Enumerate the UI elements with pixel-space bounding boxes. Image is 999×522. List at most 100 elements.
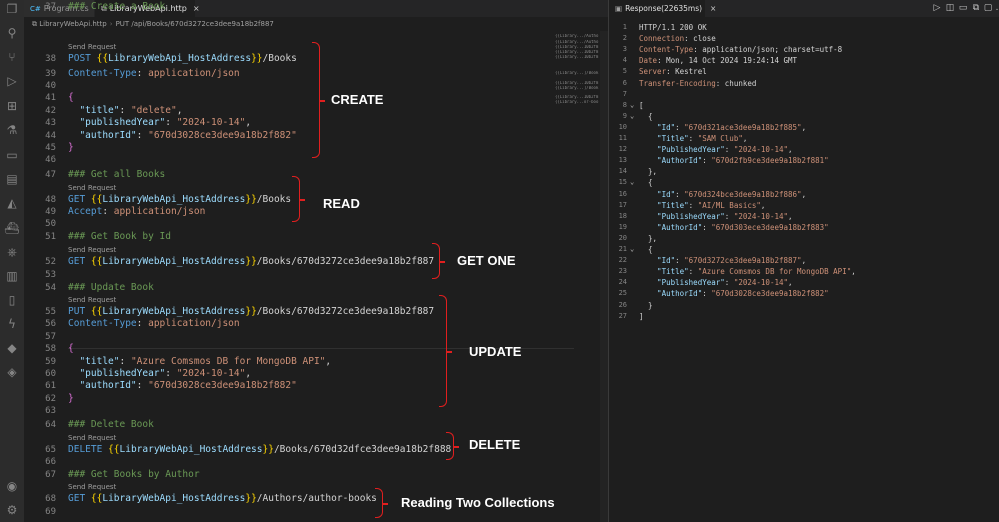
line-number: 17 [618, 200, 627, 209]
response-token: : [688, 134, 698, 143]
line-number: 61 [45, 381, 56, 391]
source-control-icon[interactable]: ⑂ [4, 49, 20, 65]
files-icon[interactable]: ❐ [4, 1, 20, 17]
fold-chevron-icon[interactable]: ⌄ [630, 111, 634, 122]
line-number: 53 [45, 270, 56, 280]
settings-gear-icon[interactable]: ⚙ [4, 502, 20, 518]
response-token: , [760, 200, 766, 210]
code-text: ### Get Book by Id [68, 231, 171, 243]
send-request-codelens[interactable]: Send Request [68, 246, 116, 255]
code-line: 57 [24, 331, 554, 343]
code-token: /Books [262, 53, 297, 64]
docker-icon[interactable]: ⛴ [4, 220, 20, 236]
minimap-line: {{Library.../Autho [555, 34, 599, 38]
code-text: "publishedYear": "2024-10-14", [68, 368, 251, 380]
copy-icon[interactable]: ⧉ [970, 2, 982, 14]
code-token: "title" [68, 105, 120, 116]
database-icon[interactable]: ▥ [4, 268, 20, 284]
response-text: "PublishedYear": "2024-10-14", [639, 211, 792, 222]
breadcrumb-item[interactable]: PUT /api/Books/670d3272ce3dee9a18b2f887 [116, 20, 274, 28]
code-token: /Books [256, 194, 292, 205]
testing-icon[interactable]: ⚗ [4, 122, 20, 138]
run-icon[interactable]: ▷ [931, 2, 943, 14]
line-number: 55 [45, 307, 56, 317]
line-number: 48 [45, 195, 56, 205]
code-line: 51 ### Get Book by Id [24, 231, 554, 243]
code-token: : [165, 117, 177, 128]
response-line: 16 "Id": "670d324bce3dee9a18b2f886", [609, 189, 999, 200]
fold-chevron-icon[interactable]: ⌄ [630, 244, 634, 255]
response-body[interactable]: 1 HTTP/1.1 200 OK 2 Connection: close 3 Conte… [609, 22, 999, 522]
more-actions-icon[interactable]: … [994, 2, 999, 14]
response-token: { [639, 245, 653, 254]
breadcrumb-item[interactable]: LibraryWebApi.http [39, 20, 107, 28]
code-line: 61 "authorId": "670d3028ce3dee9a18b2f882… [24, 380, 554, 392]
line-number: 38 [45, 54, 56, 64]
remote-explorer-icon[interactable]: ▭ [4, 147, 20, 163]
send-request-codelens[interactable]: Send Request [68, 184, 116, 193]
code-token: /Books/670d3272ce3dee9a18b2f887 [256, 256, 435, 267]
code-token: , [176, 105, 183, 116]
tab-label: Response(22635ms) [625, 4, 703, 13]
annotation-delete: DELETE [469, 437, 521, 452]
code-line: 49 Accept: application/json [24, 206, 554, 218]
send-request-codelens[interactable]: Send Request [68, 296, 116, 305]
minimap-line: {{Library...]/Book [555, 86, 599, 90]
response-line: 5 Server: Kestrel [609, 66, 999, 77]
fold-chevron-icon[interactable]: ⌄ [630, 177, 634, 188]
code-text: Content-Type: application/json [68, 68, 240, 80]
kubernetes-icon[interactable]: ⎈ [4, 244, 20, 260]
send-request-codelens[interactable]: Send Request [68, 434, 116, 443]
response-text: "AuthorId": "670d2fb9ce3dee9a18b2f881" [639, 155, 829, 166]
response-token: "Azure Comsmos DB for MongoDB API" [697, 267, 852, 277]
response-text: } [639, 300, 653, 311]
code-line: 41 { [24, 92, 554, 104]
azure-icon[interactable]: ◭ [4, 195, 20, 211]
line-number: 42 [45, 106, 56, 116]
editor-scrollbar[interactable] [600, 31, 608, 522]
account-icon[interactable]: ◉ [4, 478, 20, 494]
split-editor-icon[interactable]: ◫ [944, 2, 956, 14]
code-text: DELETE {{LibraryWebApi_HostAddress}}/Boo… [68, 444, 451, 456]
mongodb-icon[interactable]: ◆ [4, 340, 20, 356]
response-text: "Title": "Azure Comsmos DB for MongoDB A… [639, 266, 856, 277]
folder-icon[interactable]: ▤ [4, 171, 20, 187]
run-debug-icon[interactable]: ▷ [4, 73, 20, 89]
tab-response[interactable]: ▣ Response(22635ms) × [609, 0, 716, 17]
save-icon[interactable]: ▭ [957, 2, 969, 14]
line-number: 58 [45, 344, 56, 354]
search-icon[interactable]: ⚲ [4, 25, 20, 41]
line-number: 11 [618, 134, 627, 142]
response-line: 11 "Title": "SAM Club", [609, 133, 999, 144]
extensions-icon[interactable]: ⊞ [4, 98, 20, 114]
code-token: {{ [90, 194, 103, 205]
response-text: "PublishedYear": "2024-10-14", [639, 144, 792, 155]
response-token: , [801, 122, 807, 132]
line-number: 47 [45, 170, 56, 180]
line-number: 40 [45, 81, 56, 91]
response-line: 15 ⌄ { [609, 177, 999, 188]
open-preview-icon[interactable]: ▢ [982, 2, 994, 14]
line-number: 12 [618, 145, 627, 154]
copilot-icon[interactable]: ◈ [4, 364, 20, 380]
response-token: Server [639, 67, 667, 77]
code-token: ### Update Book [68, 282, 154, 293]
line-number: 23 [618, 267, 627, 276]
minimap[interactable]: {{Library.../Autho {{Library.../Autho {{Li… [555, 31, 600, 111]
response-line: 2 Connection: close [609, 33, 999, 44]
response-token: : [724, 278, 734, 288]
response-token: "670d2fb9ce3dee9a18b2f881" [711, 156, 829, 166]
send-request-codelens[interactable]: Send Request [68, 483, 116, 492]
send-request-codelens[interactable]: Send Request [68, 43, 116, 52]
response-text: { [639, 111, 653, 122]
response-token: Transfer-Encoding [639, 78, 716, 88]
close-icon[interactable]: × [710, 4, 716, 13]
notebook-icon[interactable]: ▯ [4, 292, 20, 308]
response-token: : [675, 122, 685, 132]
fold-chevron-icon[interactable]: ⌄ [630, 100, 634, 111]
code-token: , [245, 368, 252, 379]
response-line: 26 } [609, 300, 999, 311]
response-token: "2024-10-14" [733, 211, 789, 221]
lightning-icon[interactable]: ϟ [4, 316, 20, 332]
response-token: : close [684, 34, 716, 44]
